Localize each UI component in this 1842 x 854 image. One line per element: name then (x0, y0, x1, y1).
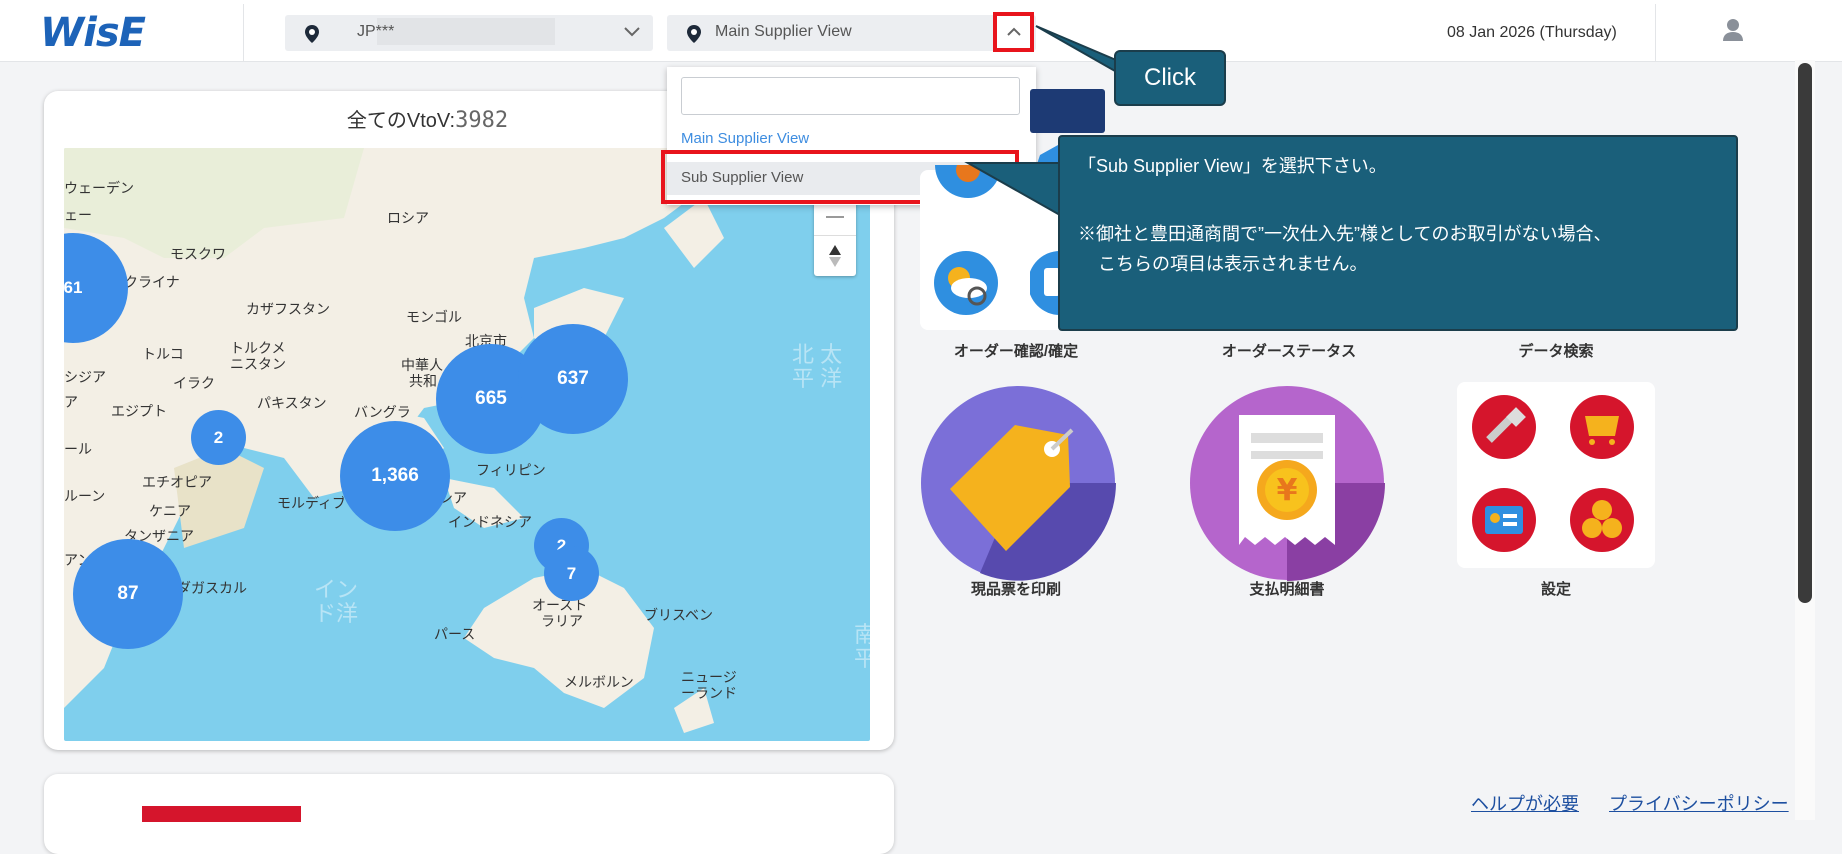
vtov-title-prefix: 全てのVtoV: (346, 110, 456, 132)
dropdown-search-input[interactable] (681, 77, 1020, 115)
user-icon[interactable] (1722, 18, 1744, 42)
navy-tab-button[interactable] (1030, 89, 1105, 133)
tile-label-print-label: 現品票を印刷 (970, 581, 1061, 598)
map-label: ア (64, 394, 78, 410)
help-link[interactable]: ヘルプが必要 (1471, 790, 1579, 816)
map-label: パキスタン (257, 395, 327, 411)
map-label: ラリア (541, 613, 583, 629)
supplier-map[interactable]: ウェーデン ェー ーク モスクワ ロシア クライナ カザフスタン モンゴル 北京… (64, 148, 870, 741)
scrollbar-thumb[interactable] (1798, 63, 1812, 603)
masked-value-background (377, 18, 555, 45)
settings-icon-group[interactable] (1471, 394, 1641, 554)
map-label: クライナ (124, 274, 180, 290)
map-label: ーランド (681, 685, 737, 701)
location-value: JP*** (357, 23, 395, 40)
map-label: エチオピア (142, 474, 212, 490)
map-label: イラク (173, 375, 215, 391)
option-main-supplier-view[interactable]: Main Supplier View (681, 130, 809, 147)
tile-label-order-status: オーダーステータス (1221, 343, 1357, 360)
map-label: パース (434, 626, 476, 642)
tile-label-settings: 設定 (1540, 581, 1571, 598)
instruction-line: こちらの項目は表示されません。 (1098, 254, 1368, 274)
weather-search-icon[interactable] (933, 250, 999, 316)
chevron-down-icon (624, 27, 640, 37)
map-label: カザフスタン (246, 301, 330, 317)
map-label: ウェーデン (64, 180, 134, 196)
calendar-icon[interactable] (1030, 250, 1060, 316)
map-label: シジア (64, 369, 106, 385)
payment-statement-icon[interactable]: ¥ (1189, 385, 1385, 581)
current-date: 08 Jan 2026 (Thursday) (1447, 24, 1617, 41)
map-label: エジプト (111, 403, 167, 419)
map-cluster[interactable]: 1,366 (340, 421, 450, 531)
instruction-line: ※御社と豊田通商間で”一次仕入先”様としてのお取引がない場合、 (1078, 224, 1612, 244)
vtov-count: 3982 (455, 108, 509, 133)
ocean-label: 北 太 平 洋 (792, 342, 843, 391)
map-label: メルボルン (564, 674, 634, 690)
instruction-callout: 「Sub Supplier View」を選択下さい。 ※御社と豊田通商間で”一次… (1058, 135, 1738, 331)
view-select[interactable]: Main Supplier View (667, 15, 1036, 51)
map-label: インドネシア (448, 514, 532, 530)
map-cluster[interactable]: 7 (544, 546, 599, 601)
map-label: ロシア (387, 210, 429, 226)
divider (243, 4, 244, 62)
dropdown-toggle-highlight[interactable] (993, 12, 1034, 52)
ocean-label: イン ド洋 (314, 577, 359, 626)
map-label: モンゴル (406, 309, 462, 325)
tile-label-order-confirm: オーダー確認/確定 (953, 343, 1079, 360)
red-header-bar (142, 806, 301, 822)
map-zoom-control[interactable] (814, 198, 856, 276)
map-cluster[interactable]: 637 (518, 324, 628, 434)
instruction-line: 「Sub Supplier View」を選択下さい。 (1078, 156, 1387, 176)
tile-label-data-search: データ検索 (1518, 343, 1594, 360)
map-cluster[interactable]: 2 (191, 410, 246, 465)
map-label: モルディブ (277, 495, 347, 511)
wise-logo[interactable]: WisE (40, 10, 146, 56)
callout-pointer (964, 162, 1061, 217)
top-bar: WisE JP*** Main Supplier View 08 Jan 202… (0, 0, 1842, 62)
map-cluster[interactable]: 87 (73, 539, 183, 649)
map-label: 共和 (409, 373, 437, 389)
location-pin-icon (305, 25, 319, 43)
zoom-out-icon[interactable] (826, 216, 844, 218)
privacy-policy-link[interactable]: プライバシーポリシー (1609, 790, 1789, 816)
location-pin-icon (687, 25, 701, 43)
print-label-icon[interactable] (920, 385, 1116, 581)
map-label: バングラ (354, 404, 411, 420)
map-label: モスクワ (170, 246, 226, 262)
tile-label-payment-statement: 支払明細書 (1249, 581, 1325, 598)
click-callout: Click (1114, 50, 1226, 106)
map-label: トルコ (142, 346, 184, 362)
map-label: ダガスカル (177, 580, 247, 596)
map-label: フィリピン (476, 462, 546, 478)
svg-text:¥: ¥ (1277, 473, 1298, 508)
map-label: ケニア (149, 503, 191, 519)
location-select[interactable]: JP*** (285, 15, 653, 51)
divider (1655, 4, 1656, 62)
map-label: ルーン (64, 488, 106, 504)
compass-icon[interactable] (827, 244, 843, 268)
chevron-up-icon (1007, 27, 1021, 36)
map-label: ブリスベン (644, 607, 714, 623)
divider (814, 235, 856, 236)
map-label: ール (64, 441, 92, 457)
map-label: ニスタン (230, 356, 286, 372)
map-label: ェー (64, 207, 92, 223)
ocean-label: 南 平 (854, 622, 870, 671)
view-select-value: Main Supplier View (715, 23, 852, 40)
